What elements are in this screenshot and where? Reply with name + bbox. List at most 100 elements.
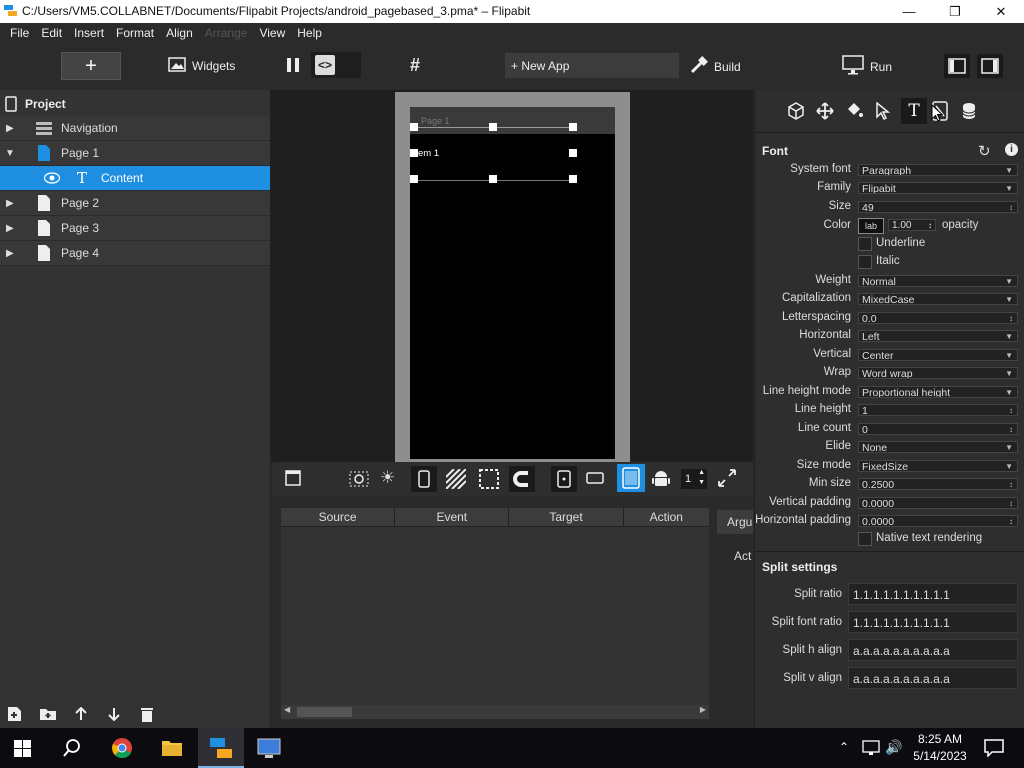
file-explorer-icon[interactable]: [161, 738, 183, 761]
pause-icon[interactable]: [286, 57, 300, 76]
cursor-icon[interactable]: [876, 102, 890, 120]
info-icon[interactable]: i: [1005, 143, 1018, 156]
split-font-ratio-input[interactable]: 1.1.1.1.1.1.1.1.1.1: [848, 611, 1018, 633]
database-icon[interactable]: [962, 102, 976, 120]
tree-item-page-2[interactable]: ▶ Page 2: [0, 191, 270, 216]
tree-item-content[interactable]: T Content: [0, 166, 270, 191]
chevron-up-icon[interactable]: ⌃: [839, 740, 849, 754]
move-down-icon[interactable]: [107, 707, 121, 724]
wrap-select[interactable]: Word wrap ▼: [858, 367, 1018, 379]
expand-arrow-icon[interactable]: ▶: [6, 248, 14, 259]
left-panel-toggle-icon[interactable]: [944, 54, 970, 78]
menu-align[interactable]: Align: [160, 24, 199, 42]
screenshot-icon[interactable]: [349, 469, 369, 487]
code-toggle[interactable]: <>: [311, 52, 361, 78]
horizontal-select[interactable]: Left ▼: [858, 330, 1018, 342]
paint-bucket-icon[interactable]: [845, 101, 863, 119]
text-properties-icon[interactable]: T: [901, 98, 927, 124]
brightness-icon[interactable]: ☀: [380, 468, 395, 488]
menu-view[interactable]: View: [253, 24, 291, 42]
color-swatch-button[interactable]: lab: [858, 218, 884, 234]
tree-item-page-3[interactable]: ▶ Page 3: [0, 216, 270, 241]
split-h-align-input[interactable]: a.a.a.a.a.a.a.a.a.a: [848, 639, 1018, 661]
maximize-button[interactable]: ❐: [932, 0, 978, 23]
build-button[interactable]: Build: [690, 56, 741, 77]
expand-arrow-icon[interactable]: ▶: [6, 223, 14, 234]
search-icon[interactable]: [63, 739, 81, 760]
scrollbar-thumb[interactable]: [297, 707, 352, 717]
scroll-left-icon[interactable]: ◀: [284, 705, 290, 714]
run-button[interactable]: Run: [842, 55, 892, 78]
minimize-button[interactable]: —: [886, 0, 932, 23]
line-height-spinbox[interactable]: 1 ↕: [858, 404, 1018, 416]
size-mode-select[interactable]: FixedSize ▼: [858, 460, 1018, 472]
resize-handle[interactable]: [489, 123, 497, 131]
spin-arrows-icon[interactable]: ▲ ▼: [698, 468, 705, 488]
vertical-padding-spinbox[interactable]: 0.0000 ↕: [858, 497, 1018, 509]
cube-icon[interactable]: [788, 102, 804, 120]
hatch-pattern-icon[interactable]: [446, 469, 466, 489]
resize-handle[interactable]: [489, 175, 497, 183]
chrome-icon[interactable]: [111, 737, 133, 762]
grid-icon[interactable]: #: [410, 55, 420, 76]
flipabit-taskbar-button[interactable]: [198, 728, 244, 768]
collapse-arrow-icon[interactable]: ▼: [5, 148, 15, 159]
menu-arrange[interactable]: Arrange: [199, 24, 254, 42]
expand-arrow-icon[interactable]: ▶: [6, 198, 14, 209]
menu-help[interactable]: Help: [291, 24, 328, 42]
split-ratio-input[interactable]: 1.1.1.1.1.1.1.1.1.1: [848, 583, 1018, 605]
line-height-mode-select[interactable]: Proportional height ▼: [858, 386, 1018, 398]
native-text-rendering-checkbox[interactable]: [858, 532, 872, 546]
landscape-icon[interactable]: [586, 472, 604, 484]
resize-handle[interactable]: [569, 149, 577, 157]
windows-start-icon[interactable]: [14, 740, 31, 760]
delete-icon[interactable]: [140, 706, 154, 725]
horizontal-padding-spinbox[interactable]: 0.0000 ↕: [858, 515, 1018, 527]
underline-checkbox[interactable]: [858, 237, 872, 251]
clock-time[interactable]: 8:25 AM: [912, 732, 968, 746]
line-count-spinbox[interactable]: 0 ↕: [858, 423, 1018, 435]
menu-format[interactable]: Format: [110, 24, 160, 42]
letterspacing-spinbox[interactable]: 0.0 ↕: [858, 312, 1018, 324]
scroll-right-icon[interactable]: ▶: [700, 705, 706, 714]
expand-arrow-icon[interactable]: ▶: [6, 123, 14, 134]
elide-select[interactable]: None ▼: [858, 441, 1018, 453]
widgets-button[interactable]: Widgets: [168, 57, 235, 75]
phone-portrait-icon[interactable]: [411, 466, 437, 492]
device-icon[interactable]: [551, 466, 577, 492]
close-button[interactable]: ✕: [978, 0, 1024, 23]
tree-item-navigation[interactable]: ▶ Navigation: [0, 116, 270, 141]
resize-handle[interactable]: [410, 175, 418, 183]
page-frame-icon[interactable]: [285, 470, 301, 486]
weight-select[interactable]: Normal ▼: [858, 275, 1018, 287]
new-app-button[interactable]: + New App: [505, 53, 679, 78]
size-spinbox[interactable]: 49 ↕: [858, 201, 1018, 213]
system-font-select[interactable]: Paragraph ▼: [858, 164, 1018, 176]
horizontal-scrollbar[interactable]: ◀ ▶: [281, 705, 709, 719]
capitalization-select[interactable]: MixedCase ▼: [858, 293, 1018, 305]
column-event[interactable]: Event: [395, 508, 510, 526]
menu-edit[interactable]: Edit: [35, 24, 68, 42]
add-button[interactable]: +: [61, 52, 121, 80]
eye-icon[interactable]: [43, 172, 61, 187]
android-icon[interactable]: [652, 469, 670, 489]
family-select[interactable]: Flipabit ▼: [858, 182, 1018, 194]
tablet-icon[interactable]: [617, 464, 645, 492]
selection-frame-icon[interactable]: [479, 469, 499, 489]
resize-handle[interactable]: [410, 123, 418, 131]
vertical-select[interactable]: Center ▼: [858, 349, 1018, 361]
color-opacity-spinbox[interactable]: 1.00 ↕: [888, 219, 936, 231]
move-up-icon[interactable]: [74, 706, 88, 724]
min-size-spinbox[interactable]: 0.2500 ↕: [858, 478, 1018, 490]
clock-date[interactable]: 5/14/2023: [908, 749, 972, 763]
add-folder-icon[interactable]: [39, 707, 57, 724]
zoom-spinbox[interactable]: 1 ▲ ▼: [681, 469, 707, 489]
resize-handle[interactable]: [569, 123, 577, 131]
resize-handle[interactable]: [569, 175, 577, 183]
right-panel-toggle-icon[interactable]: [977, 54, 1003, 78]
menu-insert[interactable]: Insert: [68, 24, 110, 42]
resize-handle[interactable]: [410, 149, 418, 157]
tree-item-page-4[interactable]: ▶ Page 4: [0, 241, 270, 266]
fit-arrows-icon[interactable]: [718, 469, 736, 487]
tree-item-page-1[interactable]: ▼ Page 1: [0, 141, 270, 166]
